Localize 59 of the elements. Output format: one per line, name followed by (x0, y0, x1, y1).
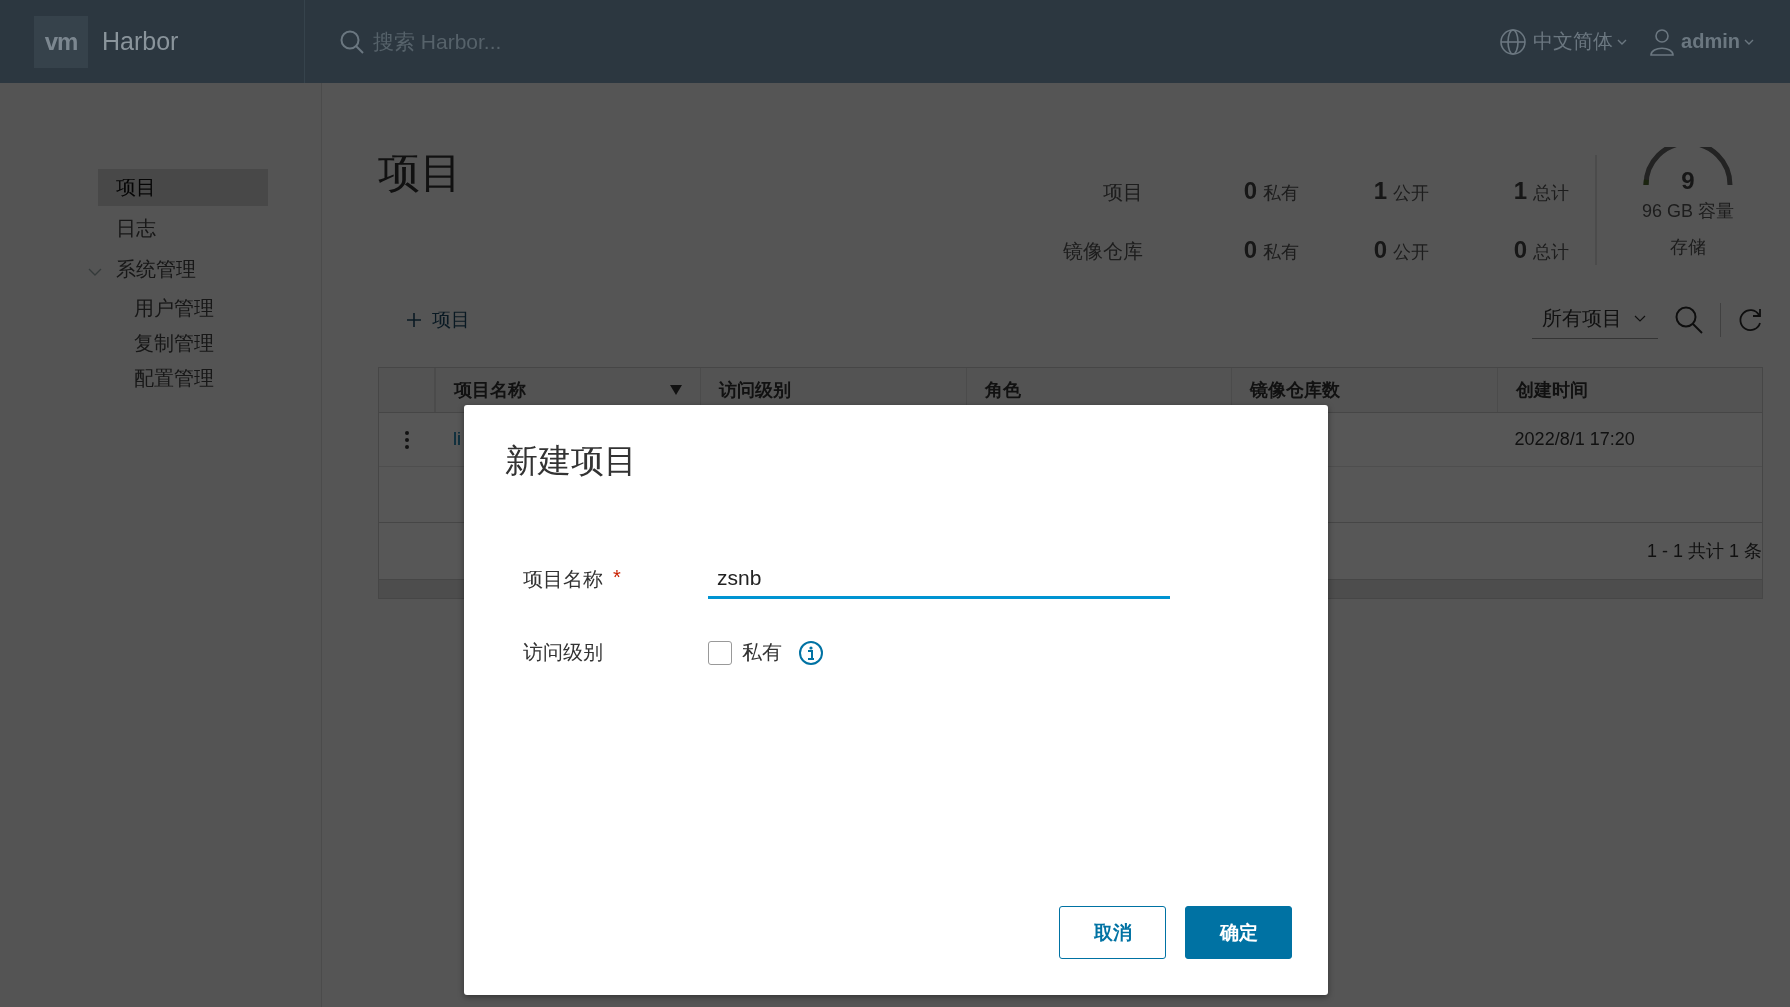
column-header[interactable]: 角色 (984, 378, 1021, 402)
caret-icon[interactable] (1634, 314, 1646, 323)
language-menu[interactable]: 中文简体 (1533, 28, 1628, 55)
filter-icon[interactable] (670, 385, 683, 395)
stat-value: 0 (1373, 236, 1387, 264)
nav-item[interactable]: 系统管理 (98, 251, 268, 288)
column-header[interactable]: 项目名称 (454, 378, 526, 402)
stat-value: 1 (1513, 177, 1527, 205)
search-icon[interactable] (1674, 305, 1704, 335)
stat-unit: 总计 (1533, 241, 1569, 264)
field-label: 项目名称 (523, 567, 603, 592)
cancel-button[interactable]: 取消 (1059, 906, 1166, 959)
storage-label: 存储 (1670, 236, 1706, 259)
stat-unit: 公开 (1393, 182, 1429, 205)
stat-value: 0 (1243, 236, 1257, 264)
checkbox-label[interactable]: 私有 (742, 639, 782, 666)
refresh-icon[interactable] (1737, 307, 1763, 333)
plus-icon[interactable] (406, 312, 422, 328)
field-label: 访问级别 (523, 640, 603, 665)
stat-unit: 总计 (1533, 182, 1569, 205)
page-title: 项目 (378, 148, 462, 198)
stat-unit: 公开 (1393, 241, 1429, 264)
caret-icon[interactable] (88, 266, 102, 277)
nav-item[interactable]: 项目 (98, 169, 268, 206)
private-checkbox[interactable] (708, 640, 732, 665)
stat-value: 0 (1243, 177, 1257, 205)
column-header[interactable]: 镜像仓库数 (1250, 378, 1341, 402)
storage-capacity: 96 GB 容量 (1642, 200, 1734, 223)
add-project-button[interactable]: 项目 (402, 303, 474, 337)
caret-icon[interactable] (1617, 37, 1628, 46)
stat-unit: 私有 (1263, 241, 1299, 264)
stat-label: 镜像仓库 (1063, 239, 1144, 264)
column-header[interactable]: 创建时间 (1515, 378, 1588, 402)
user-menu[interactable]: admin (1681, 30, 1754, 53)
stat-value: 0 (1513, 236, 1527, 264)
required-mark: * (613, 566, 621, 590)
nav-item[interactable]: 用户管理 (116, 292, 286, 325)
nav-item[interactable]: 配置管理 (116, 362, 286, 395)
info-icon[interactable] (798, 639, 824, 666)
caret-icon[interactable] (1744, 37, 1754, 46)
project-link[interactable]: li (453, 429, 461, 450)
globe-icon[interactable] (1499, 27, 1528, 56)
brand-name[interactable]: Harbor (102, 27, 179, 56)
nav-item[interactable]: 复制管理 (116, 327, 286, 360)
stat-unit: 私有 (1263, 182, 1299, 205)
table-cell: 2022/8/1 17:20 (1514, 429, 1635, 450)
column-header[interactable]: 访问级别 (719, 378, 792, 402)
project-filter-select[interactable]: 所有项目 (1532, 301, 1658, 339)
user-icon[interactable] (1649, 27, 1676, 56)
stat-label: 项目 (1102, 180, 1144, 205)
dialog-title: 新建项目 (505, 441, 638, 481)
stat-value: 1 (1373, 177, 1387, 205)
brand-logo[interactable]: vm (34, 15, 88, 68)
nav-item[interactable]: 日志 (98, 210, 268, 247)
more-icon[interactable] (404, 429, 410, 450)
storage-value: 9 (1681, 167, 1695, 195)
confirm-button[interactable]: 确定 (1185, 906, 1292, 959)
search-icon[interactable] (339, 28, 365, 55)
pagination-text: 1 - 1 共计 1 条 (1646, 540, 1762, 563)
